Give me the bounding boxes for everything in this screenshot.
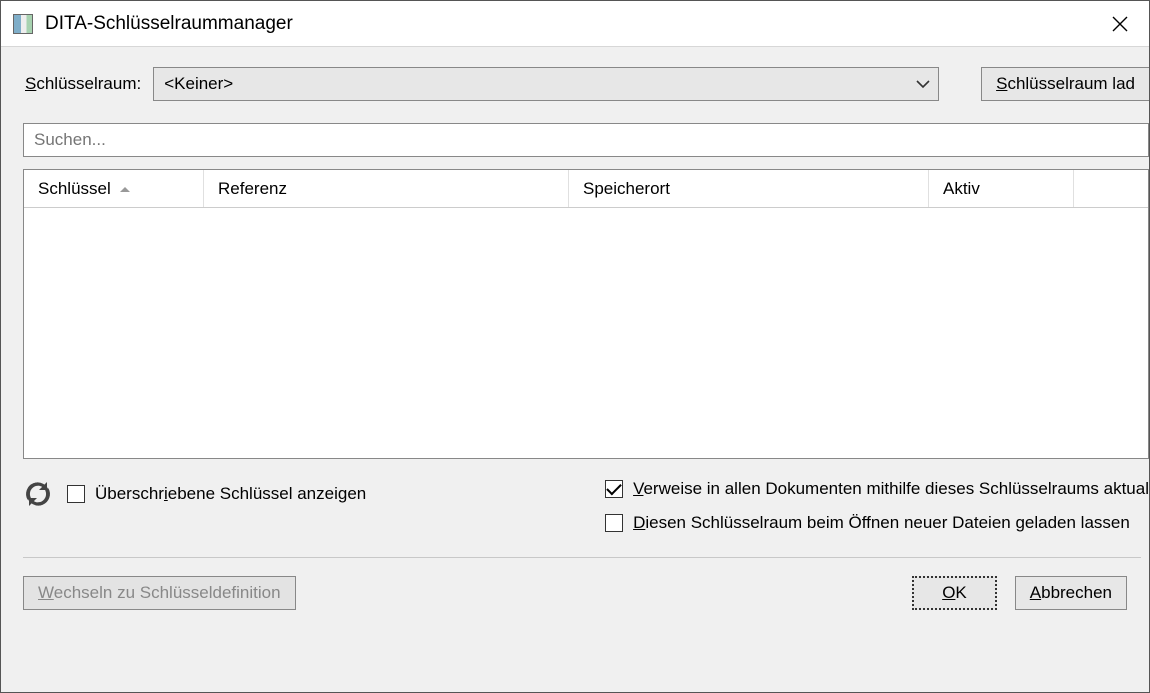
dialog-window: DITA-Schlüsselraummanager Schlüsselraum:… (0, 0, 1150, 693)
sort-asc-icon (119, 185, 131, 193)
close-icon[interactable] (1095, 1, 1145, 47)
chevron-down-icon (916, 79, 930, 89)
column-header-key[interactable]: Schlüssel (24, 170, 204, 207)
options-row: Überschriebene Schlüssel anzeigen Verwei… (23, 479, 1149, 533)
refresh-icon[interactable] (23, 479, 53, 509)
column-header-spacer (1074, 170, 1148, 207)
search-input[interactable] (23, 123, 1149, 157)
column-header-active[interactable]: Aktiv (929, 170, 1074, 207)
titlebar: DITA-Schlüsselraummanager (1, 1, 1149, 47)
cancel-button[interactable]: Abbrechen (1015, 576, 1127, 610)
keyspace-row: Schlüsselraum: <Keiner> Schlüsselraum la… (1, 67, 1149, 101)
table-header: Schlüssel Referenz Speicherort Aktiv (24, 170, 1148, 208)
keyspace-label: Schlüsselraum: (25, 74, 141, 94)
checkbox-icon (605, 480, 623, 498)
ok-button[interactable]: OK (912, 576, 997, 610)
column-header-location[interactable]: Speicherort (569, 170, 929, 207)
checkbox-icon (605, 514, 623, 532)
keyspace-combo-value: <Keiner> (164, 74, 916, 94)
search-row (23, 123, 1149, 157)
goto-definition-button: Wechseln zu Schlüsseldefinition (23, 576, 296, 610)
show-overridden-checkbox[interactable]: Überschriebene Schlüssel anzeigen (67, 484, 366, 504)
footer: Wechseln zu Schlüsseldefinition OK Abbre… (1, 558, 1149, 632)
keyspace-combo[interactable]: <Keiner> (153, 67, 939, 101)
keys-table: Schlüssel Referenz Speicherort Aktiv (23, 169, 1149, 459)
update-refs-checkbox[interactable]: Verweise in allen Dokumenten mithilfe di… (605, 479, 1149, 499)
load-keyspace-button[interactable]: Schlüsselraum lad (981, 67, 1149, 101)
column-header-reference[interactable]: Referenz (204, 170, 569, 207)
app-icon (13, 14, 33, 34)
checkbox-icon (67, 485, 85, 503)
window-title: DITA-Schlüsselraummanager (45, 13, 1095, 35)
client-area: Schlüsselraum: <Keiner> Schlüsselraum la… (1, 47, 1149, 692)
keep-loaded-checkbox[interactable]: Diesen Schlüsselraum beim Öffnen neuer D… (605, 513, 1149, 533)
